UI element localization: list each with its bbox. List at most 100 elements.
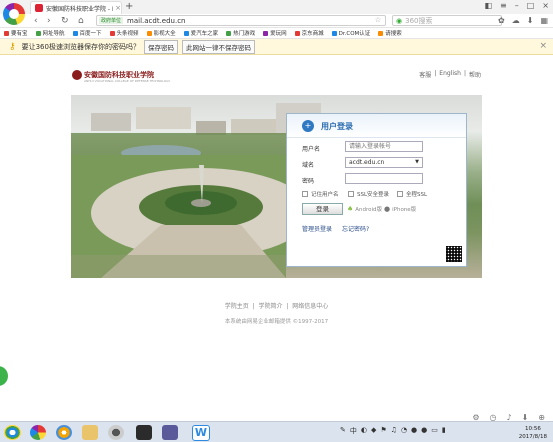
top-link-service[interactable]: 客服 <box>419 70 431 79</box>
browser-360-icon[interactable] <box>30 425 46 440</box>
bookmark-item[interactable]: 请搜索 <box>378 29 402 37</box>
graduation-app-icon[interactable] <box>136 425 152 440</box>
forward-button[interactable]: › <box>47 15 51 27</box>
tray-volume-icon[interactable]: ♫ <box>391 426 397 436</box>
maximize-icon[interactable]: □ <box>527 1 535 10</box>
username-input[interactable] <box>345 141 423 152</box>
forgot-password-link[interactable]: 忘记密码? <box>342 224 369 233</box>
browser-logo-icon[interactable] <box>3 3 25 25</box>
file-explorer-icon[interactable] <box>82 425 98 440</box>
menu-icon[interactable]: ≡ <box>500 1 507 10</box>
download-icon[interactable]: ⬇ <box>527 16 534 25</box>
clock[interactable]: 10:56 2017/8/18 <box>519 425 547 441</box>
tray-security-icon[interactable]: ◆ <box>371 426 376 436</box>
start-button[interactable] <box>4 425 21 440</box>
save-password-button[interactable]: 保存密码 <box>143 39 178 54</box>
top-link-help[interactable]: 帮助 <box>469 70 481 79</box>
tray-lang[interactable]: 中 <box>350 426 357 436</box>
college-emblem-icon <box>72 70 82 80</box>
login-panel: + 用户登录 用户名 域名 acdt.edu.cn ▼ 密码 记住用户名 SSL… <box>286 113 467 267</box>
bookmark-favicon-icon <box>331 30 337 36</box>
tray-network-icon[interactable]: ◐ <box>361 426 367 436</box>
admin-login-link[interactable]: 管理员登录 <box>302 224 332 233</box>
back-button[interactable]: ‹ <box>34 15 38 27</box>
qr-code-icon[interactable] <box>446 246 462 262</box>
site-logo[interactable]: 安徽国防科技职业学院 ANHUI VOCATIONAL COLLEGE OF D… <box>72 70 170 83</box>
address-url[interactable]: mail.acdt.edu.cn <box>127 17 185 25</box>
bookmark-star-icon[interactable]: ☆ <box>375 16 381 24</box>
checkbox-box[interactable] <box>348 191 354 197</box>
bookmark-label: 热门游戏 <box>233 31 256 37</box>
bookmark-item[interactable]: 热门游戏 <box>226 29 255 37</box>
footer-link-intro[interactable]: 学院简介 <box>258 303 282 310</box>
password-label: 密码 <box>302 178 315 185</box>
domain-select[interactable]: acdt.edu.cn ▼ <box>345 157 423 168</box>
bookmark-item[interactable]: 头条视频 <box>109 29 139 37</box>
login-button[interactable]: 登录 <box>302 203 343 215</box>
security-badge[interactable]: 政府单位 <box>99 17 124 24</box>
windows-taskbar: W ✎ 中 ◐ ◆ ⚑ ♫ ◔ ● ● ▭ ▮ 10:56 2017/8/18 <box>0 421 553 442</box>
tab-title: 安徽国防科技职业学院 - 邮件... <box>46 5 113 13</box>
tray-app2-icon[interactable]: ● <box>421 426 427 436</box>
tray-power-icon[interactable]: ▮ <box>442 426 446 436</box>
cloud-icon[interactable]: ☁ <box>512 16 520 25</box>
bookmark-item[interactable]: Dr.COM认证 <box>331 29 370 37</box>
tray-ime-icon[interactable]: ✎ <box>340 426 346 436</box>
favorites-icon[interactable]: ✿ <box>498 16 505 25</box>
android-label: Android版 <box>355 207 383 213</box>
tray-monitor-icon[interactable]: ▭ <box>431 426 438 436</box>
bookmark-favicon-icon <box>109 30 115 36</box>
close-window-icon[interactable]: × <box>542 1 549 10</box>
bookmark-favicon-icon <box>4 30 9 36</box>
media-player-icon[interactable] <box>108 425 124 440</box>
address-bar[interactable]: 政府单位 mail.acdt.edu.cn ☆ <box>96 15 386 26</box>
iphone-client-link[interactable]: ● iPhone版 <box>384 205 416 213</box>
bookmark-favicon-icon <box>35 30 41 36</box>
password-bar-close-icon[interactable]: × <box>539 41 547 51</box>
remember-checkbox[interactable]: 记住用户名 <box>302 190 339 198</box>
bookmark-item[interactable]: 百度一下 <box>72 29 102 37</box>
footer-link-home[interactable]: 学院主页 <box>225 303 249 310</box>
top-links: 客服 | English | 帮助 <box>419 70 481 79</box>
refresh-button[interactable]: ↻ <box>61 15 69 27</box>
word-app-icon[interactable]: W <box>192 425 210 441</box>
never-save-button[interactable]: 此网站一律不保存密码 <box>181 39 255 54</box>
bookmark-item[interactable]: 京东商城 <box>294 29 324 37</box>
password-bar-message: 要让360极速浏览器保存你的密码吗？ <box>21 42 140 51</box>
home-button[interactable]: ⌂ <box>78 15 84 27</box>
bookmark-favicon-icon <box>72 30 78 36</box>
bookmark-favicon-icon <box>263 30 269 36</box>
top-link-english[interactable]: English <box>439 70 461 79</box>
tab-close-icon[interactable]: × <box>115 4 121 12</box>
browser-tab[interactable]: 安徽国防科技职业学院 - 邮件... × <box>30 1 122 14</box>
search-engine-icon: ◉ <box>396 16 403 25</box>
checkbox-box[interactable] <box>302 191 308 197</box>
extensions-icon[interactable]: ▦ <box>540 16 548 25</box>
ssl-checkbox[interactable]: SSL安全登录 <box>348 190 389 198</box>
bookmark-item[interactable]: 网址导航 <box>35 29 65 37</box>
checkbox-box[interactable] <box>397 191 403 197</box>
bookmark-item[interactable]: 要有宝 <box>4 29 28 37</box>
tray-flag-icon[interactable]: ⚑ <box>380 426 386 436</box>
floating-assistant-icon[interactable] <box>0 366 8 386</box>
bookmark-item[interactable]: 爱汽车之家 <box>183 29 218 37</box>
android-client-link[interactable]: ♠ Android版 <box>347 205 382 213</box>
skin-icon[interactable]: ◧ <box>484 1 492 10</box>
bookmark-favicon-icon <box>146 30 152 36</box>
tray-app-icon[interactable]: ● <box>411 426 417 436</box>
minimize-icon[interactable]: – <box>515 1 519 10</box>
bookmark-item[interactable]: 影视大全 <box>146 29 176 37</box>
bookmark-favicon-icon <box>294 30 300 36</box>
app-icon[interactable] <box>162 425 178 440</box>
footer-link-netcenter[interactable]: 网络信息中心 <box>292 303 328 310</box>
full-ssl-checkbox[interactable]: 全程SSL <box>397 190 427 198</box>
tray-wifi-icon[interactable]: ◔ <box>401 426 407 436</box>
bookmark-item[interactable]: 爱玩网 <box>263 29 287 37</box>
site-favicon-icon <box>35 4 43 12</box>
new-tab-button[interactable]: + <box>125 1 133 13</box>
bookmark-label: 百度一下 <box>79 31 102 37</box>
password-input[interactable] <box>345 173 423 184</box>
search-box[interactable]: ◉ 360搜索 <box>392 15 502 26</box>
domain-value: acdt.edu.cn <box>349 159 385 166</box>
chrome-icon[interactable] <box>56 425 72 440</box>
